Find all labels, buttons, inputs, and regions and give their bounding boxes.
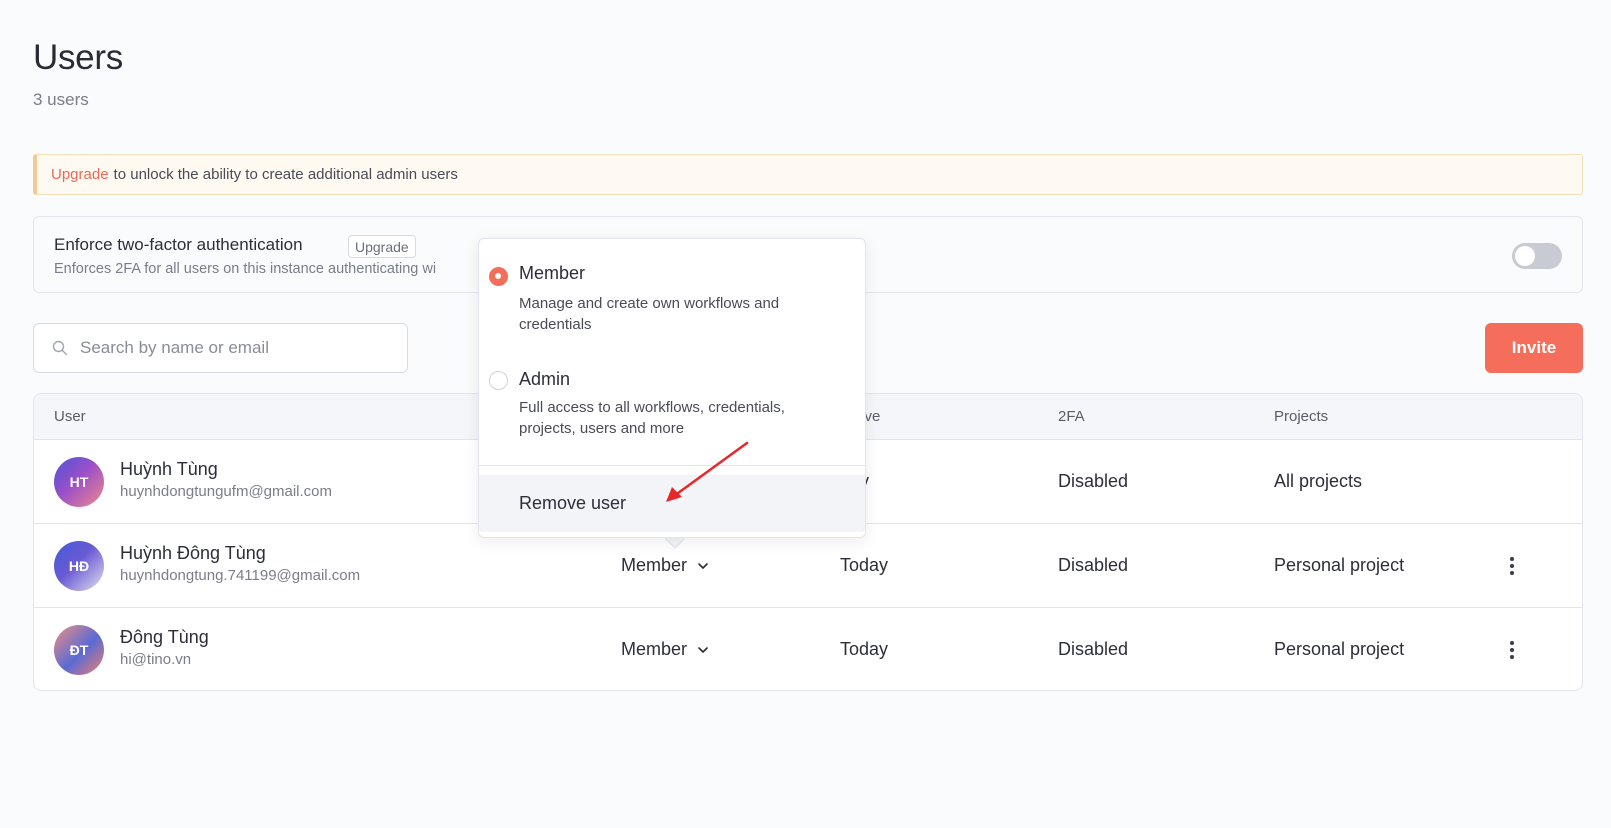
column-header-projects: Projects xyxy=(1274,408,1329,425)
last-active: Today xyxy=(840,639,889,659)
avatar: ĐT xyxy=(54,625,104,675)
role-label: Member xyxy=(621,639,688,659)
avatar: HĐ xyxy=(54,541,104,591)
user-name: Huỳnh Tùng xyxy=(120,459,218,479)
twofa-title: Enforce two-factor authentication xyxy=(54,235,303,254)
admin-radio[interactable] xyxy=(489,371,508,390)
twofa-toggle[interactable] xyxy=(1512,243,1562,269)
upgrade-banner-text: to unlock the ability to create addition… xyxy=(113,166,458,183)
remove-user-menu-item[interactable]: Remove user xyxy=(479,475,865,532)
role-option-member[interactable]: Member Manage and create own workflows a… xyxy=(479,263,865,363)
twofa-status: Disabled xyxy=(1058,639,1129,659)
role-option-description: Manage and create own workflows and cred… xyxy=(519,295,780,333)
search-input[interactable] xyxy=(80,338,380,358)
user-name: Huỳnh Đông Tùng xyxy=(120,543,266,563)
column-header-user: User xyxy=(54,408,86,425)
menu-divider xyxy=(479,465,865,466)
upgrade-link[interactable]: Upgrade xyxy=(51,166,109,183)
user-email: hi@tino.vn xyxy=(120,651,192,668)
role-option-label: Member xyxy=(519,263,586,283)
more-options-icon[interactable] xyxy=(1502,552,1522,580)
chevron-down-icon xyxy=(698,646,708,653)
role-dropdown[interactable]: Member xyxy=(621,555,709,576)
chevron-down-icon xyxy=(698,562,708,569)
role-label: Member xyxy=(621,555,688,575)
user-email: huynhdongtungufm@gmail.com xyxy=(120,483,333,500)
page-title: Users xyxy=(33,38,123,77)
twofa-upgrade-badge[interactable]: Upgrade xyxy=(348,235,416,258)
table-row: ĐT Đông Tùng hi@tino.vn Member Today Dis… xyxy=(34,608,1582,690)
search-box[interactable] xyxy=(33,323,408,373)
last-active: Today xyxy=(840,555,889,575)
user-count: 3 users xyxy=(33,90,89,109)
column-header-2fa: 2FA xyxy=(1058,408,1085,425)
projects-cell: All projects xyxy=(1274,471,1363,491)
projects-cell: Personal project xyxy=(1274,555,1405,575)
twofa-description: Enforces 2FA for all users on this insta… xyxy=(54,261,437,277)
twofa-status: Disabled xyxy=(1058,555,1129,575)
more-options-icon[interactable] xyxy=(1502,636,1522,664)
projects-cell: Personal project xyxy=(1274,639,1405,659)
role-menu-popover: Member Manage and create own workflows a… xyxy=(478,238,866,538)
search-icon xyxy=(52,340,68,356)
invite-button[interactable]: Invite xyxy=(1485,323,1583,373)
user-email: huynhdongtung.741199@gmail.com xyxy=(120,567,361,584)
role-option-admin[interactable]: Admin Full access to all workflows, cred… xyxy=(479,369,865,459)
member-radio[interactable] xyxy=(489,267,508,286)
upgrade-banner: Upgrade to unlock the ability to create … xyxy=(33,154,1583,195)
role-option-description: Full access to all workflows, credential… xyxy=(519,399,785,437)
twofa-status: Disabled xyxy=(1058,471,1129,491)
user-name: Đông Tùng xyxy=(120,627,209,647)
role-dropdown[interactable]: Member xyxy=(621,639,709,660)
role-option-label: Admin xyxy=(519,369,571,389)
avatar: HT xyxy=(54,457,104,507)
